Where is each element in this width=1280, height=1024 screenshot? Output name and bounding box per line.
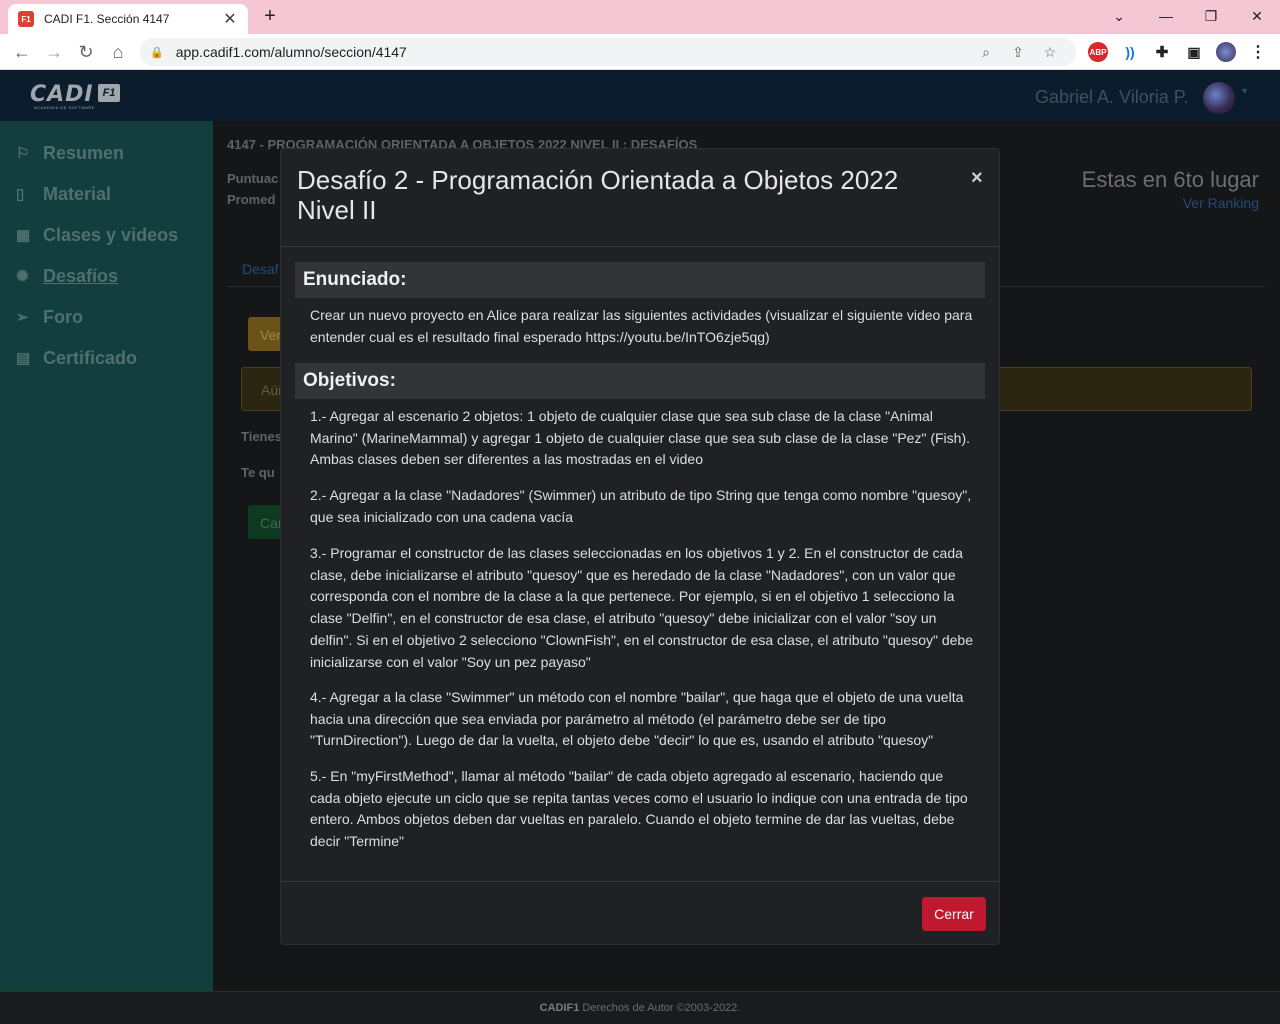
forward-arrow-icon[interactable]: →	[42, 40, 66, 64]
user-avatar[interactable]	[1203, 82, 1235, 114]
logo-text: CADI	[30, 82, 94, 107]
sidebar-item-material[interactable]: ▯ Material	[16, 182, 111, 206]
objective-item: 4.- Agregar a la clase "Swimmer" un méto…	[310, 689, 964, 749]
rank-text: Estas en 6to lugar	[1081, 167, 1259, 192]
address-bar[interactable]: 🔒 app.cadif1.com/alumno/seccion/4147 ⌕ ⇪…	[140, 38, 1076, 66]
sidebar-item-clases[interactable]: ▦ Clases y videos	[16, 223, 178, 247]
sidebar-item-desafios[interactable]: ✺ Desafíos	[16, 264, 118, 288]
objective-item: 1.- Agregar al escenario 2 objetos: 1 ob…	[310, 408, 970, 468]
sidebar-item-certificado[interactable]: ▤ Certificado	[16, 346, 137, 370]
brain-icon: ✺	[16, 268, 29, 285]
score-label: Puntuac	[227, 171, 279, 186]
tab-title: CADI F1. Sección 4147	[44, 12, 170, 26]
logo-subtitle: ACADEMIA DE SOFTWARE	[34, 105, 95, 110]
side-panel-icon[interactable]: ▣	[1184, 42, 1204, 62]
footer: CADIF1 Derechos de Autor ©2003-2022.	[0, 991, 1280, 1024]
modal-close-icon[interactable]: ×	[971, 167, 983, 190]
url-text[interactable]: app.cadif1.com/alumno/seccion/4147	[176, 44, 970, 60]
sidebar-item-foro[interactable]: ➢ Foro	[16, 305, 83, 329]
browser-tab-bar: F1 CADI F1. Sección 4147 ✕ + ⌄ — ❐ ✕	[0, 0, 1280, 34]
challenge-modal: Desafío 2 - Programación Orientada a Obj…	[280, 148, 1000, 945]
objective-item: 2.- Agregar a la clase "Nadadores" (Swim…	[310, 487, 972, 525]
browser-tab[interactable]: F1 CADI F1. Sección 4147 ✕	[8, 4, 248, 34]
tab-desafios[interactable]: Desafí	[242, 261, 282, 277]
home-icon[interactable]: ⌂	[106, 40, 130, 64]
browser-toolbar: ← → ↻ ⌂ 🔒 app.cadif1.com/alumno/seccion/…	[0, 34, 1280, 70]
statement-text: Crear un nuevo proyecto en Alice para re…	[310, 307, 973, 345]
te-text: Te qu	[241, 465, 275, 480]
lock-icon[interactable]: 🔒	[150, 46, 164, 59]
restore-icon[interactable]: ❐	[1195, 4, 1227, 28]
modal-title: Desafío 2 - Programación Orientada a Obj…	[297, 165, 899, 225]
objective-item: 5.- En "myFirstMethod", llamar al método…	[310, 768, 968, 850]
footer-text: Derechos de Autor ©2003-2022.	[579, 1002, 741, 1014]
profile-avatar[interactable]	[1216, 42, 1236, 62]
tab-search-chevron-icon[interactable]: ⌄	[1103, 4, 1135, 28]
window-close-icon[interactable]: ✕	[1241, 4, 1273, 28]
modal-header-divider	[281, 246, 999, 247]
close-button[interactable]: Cerrar	[922, 897, 986, 931]
logo-badge: F1	[98, 84, 120, 102]
sidebar-item-label: Resumen	[43, 142, 125, 163]
user-menu-caret-icon[interactable]: ▾	[1242, 86, 1247, 97]
bookmark-star-icon[interactable]: ☆	[1034, 44, 1066, 61]
sidebar-item-label: Material	[43, 183, 112, 204]
section-heading-enunciado: Enunciado:	[295, 262, 985, 298]
adblock-extension-icon[interactable]: ABP	[1088, 42, 1108, 62]
sidebar-item-label: Desafíos	[43, 265, 119, 286]
flag-icon: ⚐	[16, 145, 30, 162]
average-label: Promed	[227, 192, 276, 207]
sidebar-item-label: Foro	[43, 306, 83, 327]
section-heading-objetivos: Objetivos:	[295, 363, 985, 399]
sidebar-item-label: Clases y videos	[43, 224, 179, 245]
user-name[interactable]: Gabriel A. Viloria P.	[1035, 87, 1188, 108]
extensions-puzzle-icon[interactable]: ✚	[1152, 42, 1172, 62]
modal-footer-divider	[281, 881, 999, 882]
tienes-text: Tienes	[241, 429, 282, 444]
book-icon: ▯	[16, 186, 25, 203]
reload-icon[interactable]: ↻	[74, 40, 98, 64]
footer-brand: CADIF1	[539, 1002, 580, 1014]
ranking-link[interactable]: Ver Ranking	[1183, 195, 1259, 211]
extension-waves-icon[interactable]: ))	[1120, 42, 1140, 62]
tab-close-icon[interactable]: ✕	[222, 9, 238, 29]
share-icon[interactable]: ⇪	[1002, 44, 1034, 61]
calendar-icon: ▦	[16, 227, 31, 244]
new-tab-button[interactable]: +	[258, 5, 282, 29]
browser-menu-icon[interactable]: ⋮	[1248, 42, 1268, 62]
app-header: CADI F1 ACADEMIA DE SOFTWARE Gabriel A. …	[0, 70, 1280, 121]
certificate-icon: ▤	[16, 350, 31, 367]
objective-item: 3.- Programar el constructor de las clas…	[310, 545, 973, 670]
sidebar-item-resumen[interactable]: ⚐ Resumen	[16, 141, 124, 165]
cadif1-logo[interactable]: CADI F1 ACADEMIA DE SOFTWARE	[30, 82, 120, 110]
minimize-icon[interactable]: —	[1150, 4, 1182, 28]
sidebar-item-label: Certificado	[43, 347, 138, 368]
sidebar: ⚐ Resumen ▯ Material ▦ Clases y videos ✺…	[0, 121, 213, 991]
zoom-icon[interactable]: ⌕	[970, 44, 1002, 61]
back-arrow-icon[interactable]: ←	[10, 40, 34, 64]
paper-plane-icon: ➢	[16, 309, 29, 326]
site-favicon-icon: F1	[18, 11, 34, 27]
